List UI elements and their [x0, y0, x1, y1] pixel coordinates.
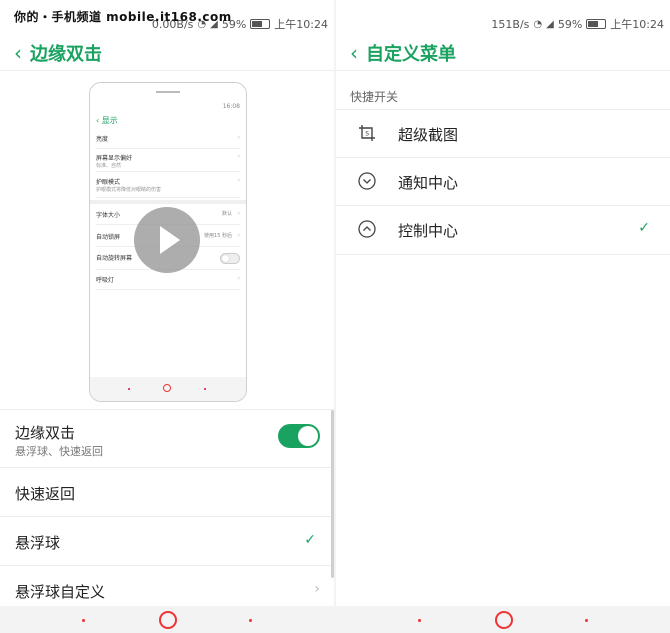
- phone-toggle: [220, 253, 240, 264]
- nav-bar: [336, 606, 670, 633]
- quick-return-row[interactable]: 快速返回: [0, 467, 334, 517]
- setting-label: 快速返回: [15, 485, 76, 503]
- phone-row: 呼吸灯 ›: [96, 275, 240, 290]
- wifi-icon: ◔: [533, 18, 543, 30]
- checkmark-icon: ✓: [304, 532, 316, 548]
- watermark: 你的・手机频道 mobile.it168.com: [14, 10, 232, 24]
- back-arrow-icon[interactable]: ‹: [14, 41, 28, 65]
- clock: 上午10:24: [610, 18, 664, 31]
- phone-row: 护眼模式 护眼模式将降低对眼睛的伤害 ›: [96, 177, 240, 198]
- phone-status-time: 16:08: [222, 103, 240, 110]
- back-arrow-icon[interactable]: ‹: [350, 41, 364, 65]
- phone-speaker: [156, 91, 180, 93]
- menu-nav-dot-icon[interactable]: [82, 619, 85, 622]
- chevron-right-icon: ›: [314, 581, 320, 597]
- section-title: 快捷开关: [350, 90, 399, 104]
- phone-mockup: 16:08 ‹ 显示 亮度 › 屏幕显示偏好 标准、自然 › 护眼模式 护眼模式将降低对…: [89, 82, 247, 402]
- home-button-icon[interactable]: [159, 611, 177, 629]
- phone-row: 屏幕显示偏好 标准、自然 ›: [96, 153, 240, 172]
- battery-icon: [250, 19, 271, 29]
- menu-item-label: 控制中心: [398, 222, 459, 240]
- setting-sub-label: 悬浮球、快速返回: [15, 445, 103, 458]
- setting-label: 边缘双击: [15, 424, 76, 442]
- checkmark-icon: ✓: [638, 220, 650, 236]
- svg-text:S: S: [365, 131, 369, 138]
- phone-nav-dot: [204, 388, 206, 390]
- menu-item-label: 超级截图: [398, 126, 459, 144]
- battery-percent: 59%: [557, 17, 583, 31]
- menu-item-control-center[interactable]: 控制中心 ✓: [336, 205, 670, 255]
- back-nav-dot-icon[interactable]: [249, 619, 252, 622]
- clock: 上午10:24: [274, 18, 328, 31]
- chevron-down-circle-icon: [358, 172, 376, 190]
- play-icon[interactable]: [134, 207, 200, 273]
- page-title: 自定义菜单: [366, 44, 456, 65]
- setting-label: 悬浮球: [15, 534, 61, 552]
- phone-back-label: ‹ 显示: [96, 116, 118, 125]
- home-button-icon[interactable]: [495, 611, 513, 629]
- custom-menu-screen: 151B/s ◔ ◢ 59% 上午10:24 ‹ 自定义菜单 快捷开关 S 超级…: [336, 0, 670, 633]
- phone-nav-bar: [90, 377, 246, 401]
- setting-label: 悬浮球自定义: [15, 583, 106, 601]
- edge-double-tap-switch[interactable]: [278, 424, 320, 448]
- floating-ball-custom-row[interactable]: 悬浮球自定义 ›: [0, 565, 334, 608]
- phone-row: 亮度 ›: [96, 134, 240, 149]
- menu-item-super-screenshot[interactable]: S 超级截图: [336, 109, 670, 158]
- title-bar: ‹ 自定义菜单: [336, 36, 670, 71]
- signal-icon: ◢: [546, 18, 554, 30]
- battery-icon: [586, 19, 607, 29]
- floating-ball-row[interactable]: 悬浮球 ✓: [0, 516, 334, 566]
- menu-item-label: 通知中心: [398, 174, 459, 192]
- edge-double-tap-toggle-row[interactable]: 边缘双击 悬浮球、快速返回: [0, 409, 334, 468]
- phone-home-icon: [163, 384, 171, 392]
- page-title: 边缘双击: [30, 44, 102, 65]
- edge-double-tap-screen: 0.00B/s ◔ ◢ 59% 上午10:24 你的・手机频道 mobile.i…: [0, 0, 334, 633]
- phone-nav-dot: [128, 388, 130, 390]
- demo-preview: 16:08 ‹ 显示 亮度 › 屏幕显示偏好 标准、自然 › 护眼模式 护眼模式将降低对…: [0, 72, 334, 408]
- network-speed: 151B/s: [491, 17, 530, 31]
- menu-nav-dot-icon[interactable]: [418, 619, 421, 622]
- back-nav-dot-icon[interactable]: [585, 619, 588, 622]
- chevron-up-circle-icon: [358, 220, 376, 238]
- title-bar: ‹ 边缘双击: [0, 36, 334, 71]
- phone-divider: [90, 200, 246, 204]
- screenshot-crop-icon: S: [359, 125, 375, 141]
- nav-bar: [0, 606, 334, 633]
- menu-item-notification-center[interactable]: 通知中心: [336, 157, 670, 206]
